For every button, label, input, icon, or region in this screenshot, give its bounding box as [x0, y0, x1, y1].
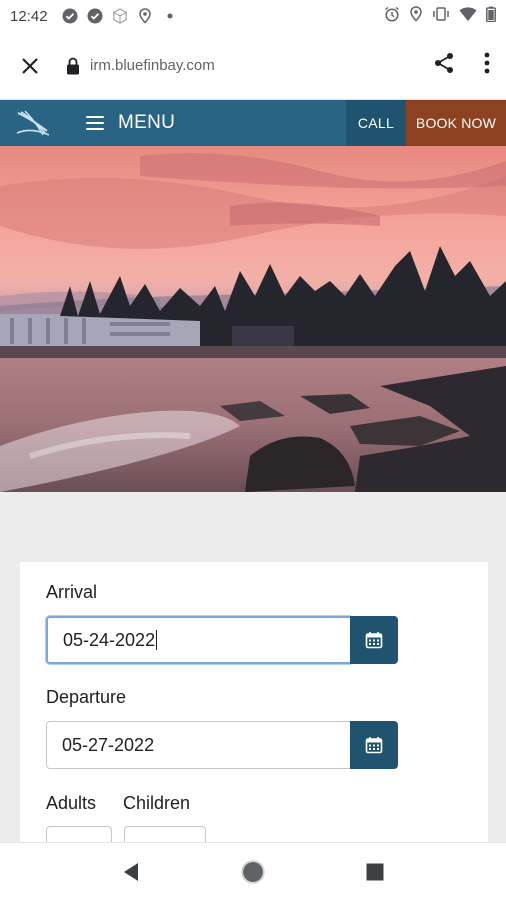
browser-toolbar: irm.bluefinbay.com	[0, 32, 506, 100]
arrival-label: Arrival	[46, 582, 98, 602]
adults-label: Adults	[46, 793, 97, 813]
call-button[interactable]: CALL	[346, 100, 406, 146]
share-icon[interactable]	[432, 51, 456, 80]
children-label: Children	[123, 793, 191, 813]
menu-label: MENU	[118, 112, 176, 133]
location-icon	[137, 8, 153, 24]
sail-logo-icon[interactable]	[8, 100, 58, 146]
departure-input[interactable]: 05-27-2022	[46, 721, 350, 769]
back-triangle-icon[interactable]	[111, 852, 151, 892]
site-header: MENU CALL BOOK NOW	[0, 100, 506, 146]
departure-label: Departure	[46, 687, 127, 707]
check-circle-icon	[62, 8, 78, 24]
system-nav-bar	[0, 842, 506, 900]
home-circle-icon[interactable]	[233, 852, 273, 892]
hero-image	[0, 146, 506, 492]
url-text[interactable]: irm.bluefinbay.com	[90, 57, 215, 74]
dot-icon	[162, 8, 178, 24]
status-time: 12:42	[10, 7, 48, 25]
booking-form: Arrival 05-24-2022 Departure 05-27-2022 …	[20, 562, 488, 852]
more-vert-icon[interactable]	[484, 52, 490, 79]
book-now-button[interactable]: BOOK NOW	[406, 100, 506, 146]
lock-icon	[66, 57, 82, 75]
hamburger-icon	[86, 116, 104, 130]
menu-button[interactable]: MENU	[86, 112, 175, 134]
calendar-icon[interactable]	[350, 721, 398, 769]
recents-square-icon[interactable]	[355, 852, 395, 892]
close-icon[interactable]	[16, 52, 44, 80]
location-icon	[409, 6, 423, 26]
vibrate-icon	[432, 6, 450, 26]
calendar-icon[interactable]	[350, 616, 398, 664]
arrival-date-field[interactable]: 05-24-2022	[46, 616, 398, 664]
wifi-icon	[459, 6, 477, 26]
status-bar: 12:42	[0, 0, 506, 32]
cube-icon	[112, 8, 128, 24]
battery-icon	[486, 6, 496, 26]
arrival-input[interactable]: 05-24-2022	[46, 616, 350, 664]
alarm-icon	[384, 6, 400, 26]
check-circle-icon	[87, 8, 103, 24]
departure-date-field[interactable]: 05-27-2022	[46, 721, 398, 769]
